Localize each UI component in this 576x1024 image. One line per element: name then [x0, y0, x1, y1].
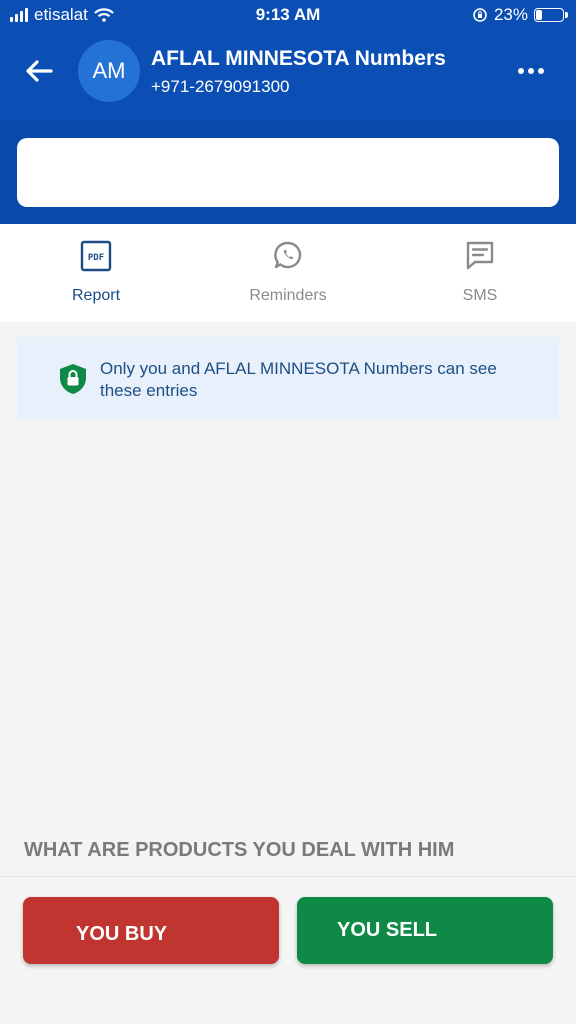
reminders-action[interactable]: Reminders — [192, 224, 384, 322]
arrow-left-icon — [26, 60, 53, 82]
privacy-notice-text: Only you and AFLAL MINNESOTA Numbers can… — [100, 359, 497, 400]
contact-phone: +971-2679091300 — [151, 77, 290, 96]
pdf-icon: PDF — [80, 240, 112, 272]
report-label: Report — [71, 287, 121, 304]
sms-label: SMS — [462, 287, 498, 304]
shield-lock-icon — [60, 364, 86, 394]
report-action[interactable]: PDF Report — [0, 224, 192, 322]
app-header: etisalat 9:13 AM 23% AM AFLAL MINNESOTA … — [0, 0, 576, 224]
message-icon — [466, 241, 494, 270]
you-buy-button[interactable]: YOU BUY — [23, 897, 279, 964]
status-bar: etisalat 9:13 AM 23% — [0, 0, 576, 32]
reminders-label: Reminders — [249, 287, 327, 304]
privacy-notice: Only you and AFLAL MINNESOTA Numbers can… — [17, 337, 559, 420]
divider — [0, 876, 576, 877]
you-buy-label: YOU BUY — [76, 923, 168, 945]
whatsapp-icon — [274, 241, 302, 269]
avatar[interactable]: AM — [78, 40, 140, 102]
products-prompt: WHAT ARE PRODUCTS YOU DEAL WITH HIM — [24, 839, 455, 861]
battery-percent: 23% — [493, 5, 528, 24]
battery-icon — [534, 8, 568, 22]
contact-name[interactable]: AFLAL MINNESOTA Numbers — [151, 47, 446, 71]
more-options-button[interactable] — [510, 56, 552, 86]
balance-card[interactable] — [17, 138, 559, 207]
svg-text:PDF: PDF — [88, 253, 104, 263]
action-bar: PDF Report Reminders SMS — [0, 224, 576, 322]
back-button[interactable] — [18, 50, 60, 92]
you-sell-button[interactable]: YOU SELL — [297, 897, 553, 964]
more-icon — [518, 68, 524, 74]
you-sell-label: YOU SELL — [337, 919, 438, 941]
sms-action[interactable]: SMS — [384, 224, 576, 322]
orientation-lock-icon — [473, 8, 487, 22]
